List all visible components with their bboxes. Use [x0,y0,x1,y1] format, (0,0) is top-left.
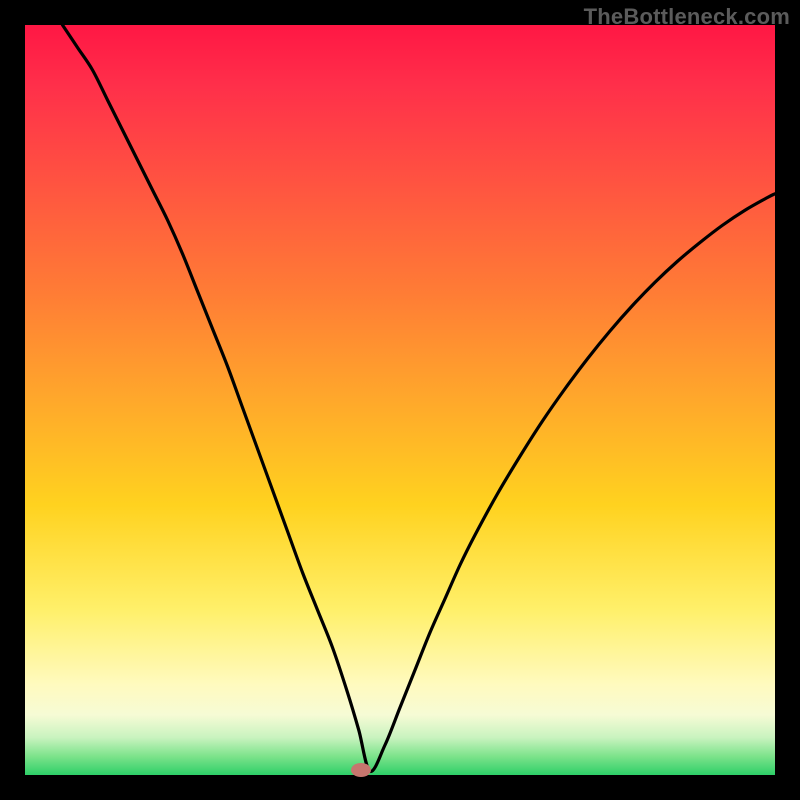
watermark: TheBottleneck.com [584,4,790,30]
bottleneck-curve [25,25,775,775]
optimal-point-marker [351,763,371,777]
chart-frame: TheBottleneck.com [0,0,800,800]
plot-area [25,25,775,775]
